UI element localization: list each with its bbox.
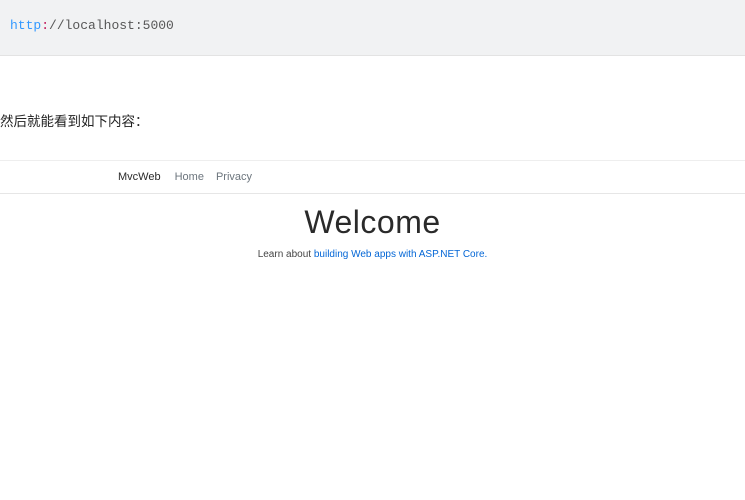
hero-sub-link[interactable]: building Web apps with ASP.NET Core. — [314, 249, 487, 260]
brand-link[interactable]: MvcWeb — [118, 171, 161, 183]
hero-subtitle: Learn about building Web apps with ASP.N… — [0, 249, 745, 260]
url-bar[interactable]: http://localhost:5000 — [0, 0, 745, 56]
url-scheme: http — [10, 18, 41, 33]
page-title: Welcome — [0, 204, 745, 241]
hero-sub-prefix: Learn about — [258, 249, 314, 260]
url-rest: //localhost:5000 — [49, 18, 174, 33]
embedded-page: MvcWeb Home Privacy Welcome Learn about … — [0, 160, 745, 260]
nav-link-home[interactable]: Home — [175, 171, 204, 183]
navbar: MvcWeb Home Privacy — [0, 161, 745, 194]
nav-link-privacy[interactable]: Privacy — [216, 171, 252, 183]
url-colon: : — [41, 18, 49, 33]
caption-text: 然后就能看到如下内容： — [0, 56, 745, 160]
hero-section: Welcome Learn about building Web apps wi… — [0, 194, 745, 260]
